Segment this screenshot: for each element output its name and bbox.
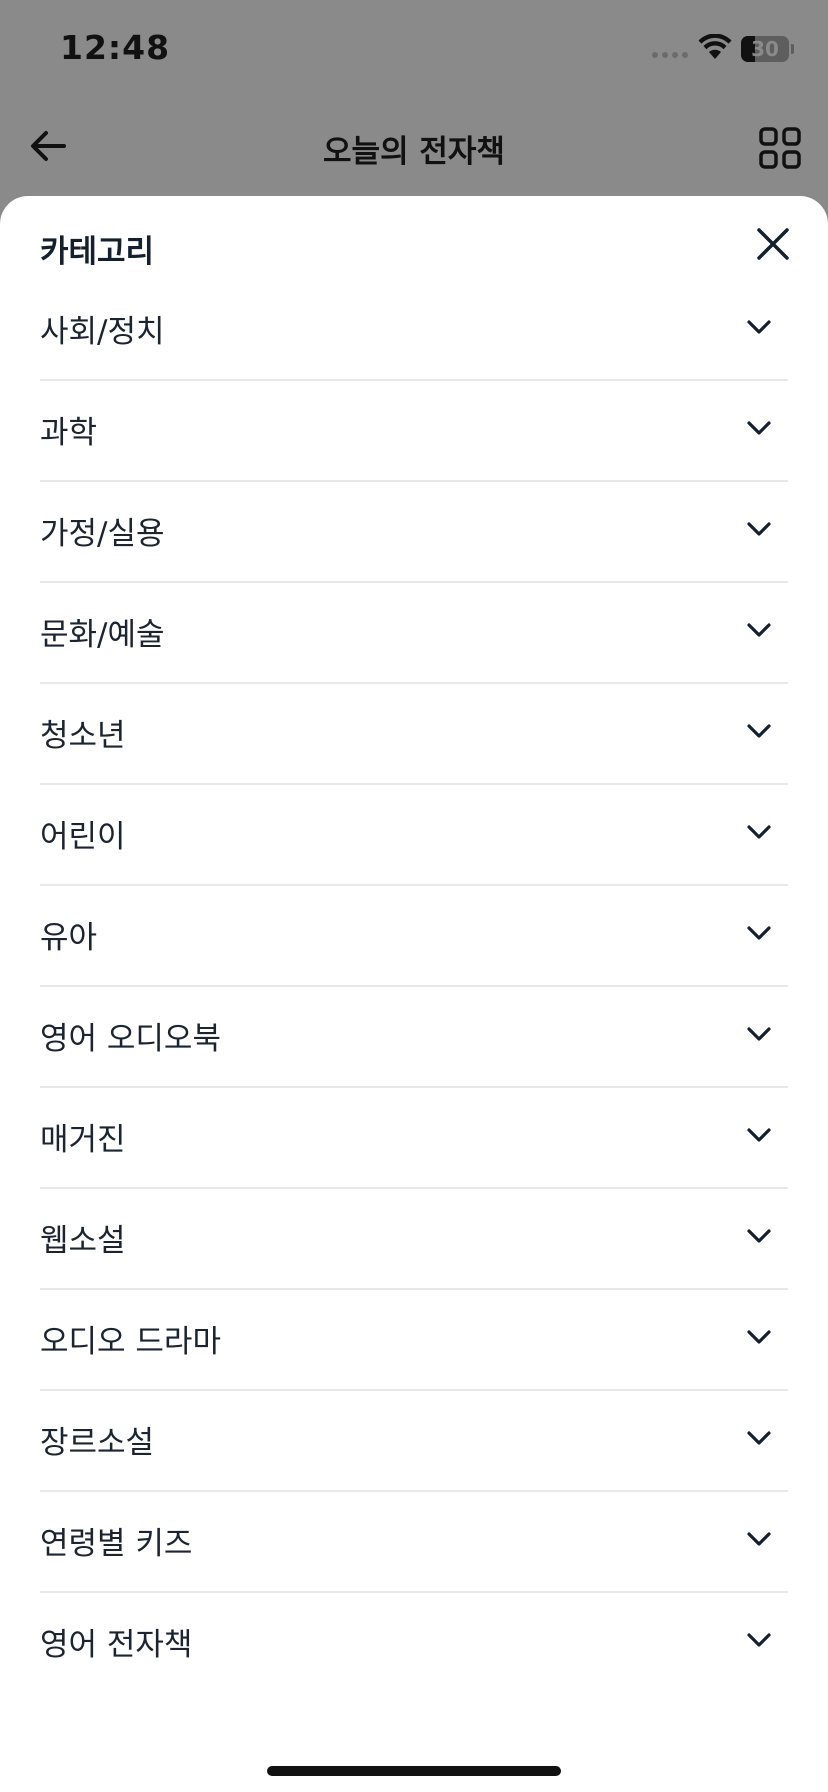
chevron-down-icon[interactable] [744, 1322, 774, 1352]
category-item[interactable]: 웹소설 [40, 1189, 788, 1290]
battery-cap [791, 44, 794, 54]
category-item[interactable]: 연령별 키즈 [40, 1492, 788, 1593]
chevron-down-icon[interactable] [744, 312, 774, 342]
category-label: 유아 [40, 920, 98, 956]
category-label: 어린이 [40, 819, 126, 855]
chevron-down-icon[interactable] [744, 413, 774, 443]
category-label: 가정/실용 [40, 516, 165, 552]
status-bar: 12:48 30 [0, 0, 828, 100]
chevron-down-icon[interactable] [744, 615, 774, 645]
wifi-icon [698, 34, 732, 59]
category-item[interactable]: 문화/예술 [40, 583, 788, 684]
page-title: 오늘의 전자책 [323, 134, 505, 170]
chevron-down-icon[interactable] [744, 1625, 774, 1655]
app-header: 오늘의 전자책 [0, 100, 828, 196]
category-label: 매거진 [40, 1122, 126, 1158]
grid-icon[interactable] [758, 126, 802, 170]
category-label: 영어 오디오북 [40, 1021, 221, 1057]
chevron-down-icon[interactable] [744, 918, 774, 948]
category-item[interactable]: 매거진 [40, 1088, 788, 1189]
chevron-down-icon[interactable] [744, 716, 774, 746]
status-time: 12:48 [60, 28, 171, 67]
category-list: 사회/정치 과학 가정/실용 문화/예술 청소년 어린이 유아 영어 오디오북 … [40, 280, 788, 1694]
sheet-title: 카테고리 [40, 234, 155, 270]
category-sheet: 카테고리 사회/정치 과학 가정/실용 문화/예술 청소년 어린이 유아 영어 … [0, 196, 828, 1792]
category-item[interactable]: 어린이 [40, 785, 788, 886]
chevron-down-icon[interactable] [744, 1524, 774, 1554]
category-item[interactable]: 청소년 [40, 684, 788, 785]
category-item[interactable]: 가정/실용 [40, 482, 788, 583]
chevron-down-icon[interactable] [744, 1120, 774, 1150]
chevron-down-icon[interactable] [744, 1423, 774, 1453]
battery-percent: 30 [751, 37, 779, 61]
category-label: 문화/예술 [40, 617, 165, 653]
category-label: 영어 전자책 [40, 1627, 193, 1663]
category-label: 사회/정치 [40, 314, 165, 350]
chevron-down-icon[interactable] [744, 817, 774, 847]
battery-icon: 30 [741, 36, 789, 62]
category-item[interactable]: 장르소설 [40, 1391, 788, 1492]
home-indicator[interactable] [267, 1766, 561, 1776]
chevron-down-icon[interactable] [744, 1019, 774, 1049]
category-label: 장르소설 [40, 1425, 155, 1461]
close-icon[interactable] [753, 224, 793, 264]
category-label: 과학 [40, 415, 98, 451]
category-item[interactable]: 영어 전자책 [40, 1593, 788, 1694]
category-label: 오디오 드라마 [40, 1324, 221, 1360]
category-item[interactable]: 사회/정치 [40, 280, 788, 381]
chevron-down-icon[interactable] [744, 514, 774, 544]
category-item[interactable]: 과학 [40, 381, 788, 482]
category-label: 웹소설 [40, 1223, 126, 1259]
category-label: 청소년 [40, 718, 126, 754]
signal-dots-icon [652, 52, 688, 58]
category-item[interactable]: 오디오 드라마 [40, 1290, 788, 1391]
chevron-down-icon[interactable] [744, 1221, 774, 1251]
screen: 12:48 30 오늘의 전자책 카테고리 사회/정치 과학 가정/실용 문화/… [0, 0, 828, 1792]
category-item[interactable]: 영어 오디오북 [40, 987, 788, 1088]
category-label: 연령별 키즈 [40, 1526, 193, 1562]
category-item[interactable]: 유아 [40, 886, 788, 987]
